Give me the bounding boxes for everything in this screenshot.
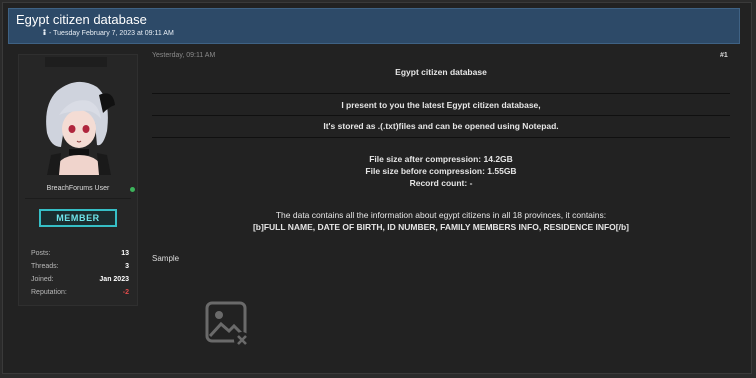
divider bbox=[25, 198, 131, 199]
online-status-icon bbox=[130, 187, 135, 192]
stat-label: Threads: bbox=[31, 263, 59, 270]
username-banner bbox=[45, 57, 107, 67]
thread-date: - Tuesday February 7, 2023 at 09:11 AM bbox=[49, 30, 174, 37]
post-intro: I present to you the latest Egypt citize… bbox=[341, 100, 541, 110]
size-before: File size before compression: 1.55GB bbox=[365, 166, 517, 176]
stat-joined: Joined: Jan 2023 bbox=[31, 276, 129, 289]
stat-value[interactable]: -2 bbox=[123, 289, 129, 296]
author-sidebar: BreachForums User MEMBER Posts: 13 Threa… bbox=[18, 54, 138, 306]
contents-intro: The data contains all the information ab… bbox=[275, 210, 607, 220]
role-badge: MEMBER bbox=[39, 209, 117, 227]
size-after: File size after compression: 14.2GB bbox=[369, 154, 513, 164]
stat-value: 13 bbox=[121, 250, 129, 257]
divider bbox=[152, 93, 730, 94]
stat-label: Joined: bbox=[31, 276, 54, 283]
divider bbox=[152, 137, 730, 138]
sample-label: Sample bbox=[152, 254, 180, 263]
username[interactable]: BreachForums User bbox=[19, 185, 137, 192]
person-icon bbox=[42, 29, 47, 37]
stat-label: Posts: bbox=[31, 250, 51, 257]
stat-reputation: Reputation: -2 bbox=[31, 289, 129, 302]
contents-list: [b]FULL NAME, DATE OF BIRTH, ID NUMBER, … bbox=[252, 222, 630, 232]
post-number[interactable]: #1 bbox=[720, 52, 728, 59]
stat-value: Jan 2023 bbox=[99, 276, 129, 283]
post-storage: It's stored as .(.txt)files and can be o… bbox=[323, 121, 559, 131]
stat-value: 3 bbox=[125, 263, 129, 270]
thread-header: Egypt citizen database - Tuesday Februar… bbox=[8, 8, 740, 44]
avatar[interactable] bbox=[41, 75, 117, 175]
divider bbox=[152, 115, 730, 116]
record-count: Record count: - bbox=[409, 178, 473, 188]
thread-title: Egypt citizen database bbox=[16, 12, 147, 27]
stat-label: Reputation: bbox=[31, 289, 67, 296]
broken-image-icon[interactable] bbox=[204, 300, 254, 350]
post-date: Yesterday, 09:11 AM bbox=[152, 52, 216, 59]
author-stats: Posts: 13 Threads: 3 Joined: Jan 2023 Re… bbox=[31, 250, 129, 302]
stat-threads: Threads: 3 bbox=[31, 263, 129, 276]
thread-meta: - Tuesday February 7, 2023 at 09:11 AM bbox=[42, 29, 174, 37]
post-heading: Egypt citizen database bbox=[395, 67, 487, 77]
stat-posts: Posts: 13 bbox=[31, 250, 129, 263]
